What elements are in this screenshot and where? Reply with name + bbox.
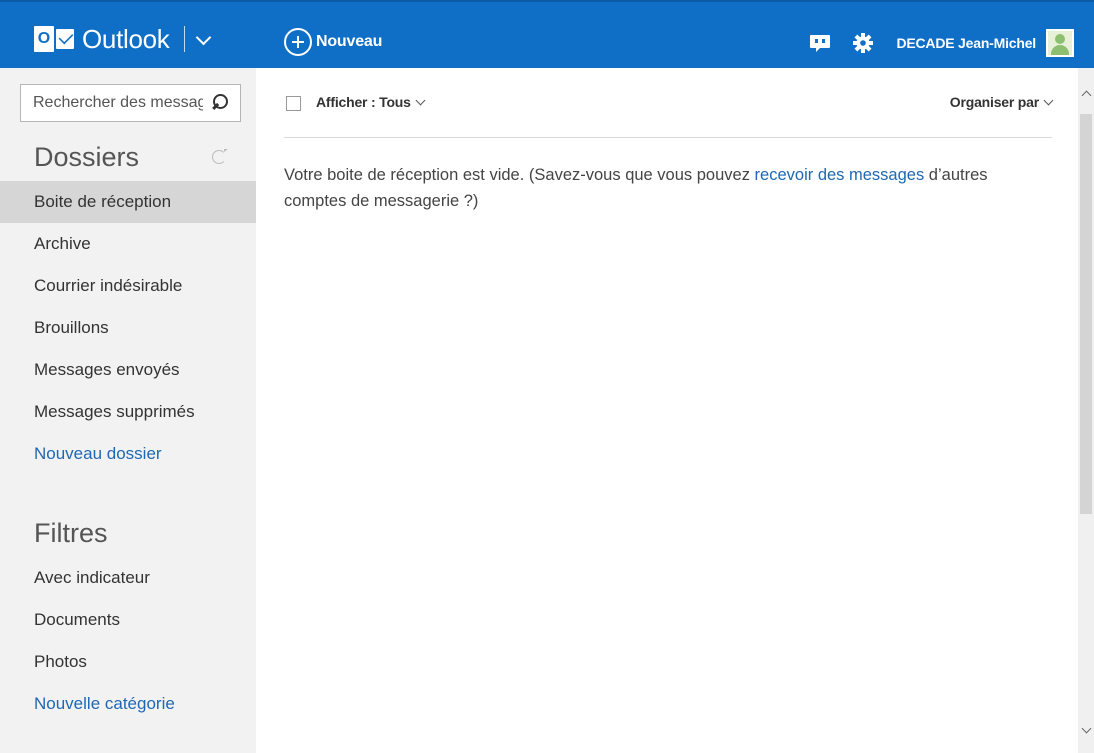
avatar[interactable]: [1046, 29, 1074, 57]
outlook-window: O Outlook Nouveau DECADE Jean-Michel Rec…: [0, 0, 1094, 753]
scrollbar[interactable]: [1078, 68, 1094, 753]
sort-label: Organiser par: [949, 94, 1039, 110]
app-name: Outlook: [82, 23, 170, 54]
user-name[interactable]: DECADE Jean-Michel: [896, 35, 1036, 51]
sidebar: Dossiers Boite de réception Archive Cour…: [0, 68, 256, 753]
list-toolbar: Afficher : Tous Organiser par: [284, 94, 1054, 114]
outlook-logo-icon: O: [34, 26, 74, 52]
view-filter-dropdown[interactable]: Afficher : Tous: [316, 94, 426, 110]
search-box: [20, 84, 241, 122]
app-brand[interactable]: O Outlook: [34, 24, 211, 54]
new-category-link[interactable]: Nouvelle catégorie: [0, 683, 256, 725]
search-icon[interactable]: [210, 94, 228, 112]
chevron-down-icon[interactable]: [195, 26, 211, 52]
folder-deleted[interactable]: Messages supprimés: [0, 391, 256, 433]
receive-messages-link[interactable]: recevoir des messages: [755, 166, 925, 184]
folders-title: Dossiers: [34, 142, 140, 172]
top-right-actions: DECADE Jean-Michel: [810, 29, 1074, 57]
new-folder-link[interactable]: Nouveau dossier: [0, 433, 256, 475]
new-message-button[interactable]: Nouveau: [284, 28, 382, 56]
top-bar: O Outlook Nouveau DECADE Jean-Michel: [0, 0, 1094, 68]
logo-letter: O: [34, 26, 54, 52]
filters-title: Filtres: [34, 518, 108, 548]
folder-inbox[interactable]: Boite de réception: [0, 181, 256, 223]
filter-flagged[interactable]: Avec indicateur: [0, 557, 256, 599]
search-input[interactable]: [33, 94, 203, 112]
scroll-up-icon[interactable]: [1078, 68, 1094, 106]
scroll-thumb[interactable]: [1080, 114, 1092, 514]
refresh-icon[interactable]: [212, 149, 228, 164]
empty-message-text: Votre boite de réception est vide. (Save…: [284, 166, 755, 184]
chevron-down-icon: [415, 95, 426, 106]
scroll-down-icon[interactable]: [1078, 715, 1094, 753]
new-message-label: Nouveau: [316, 33, 383, 50]
envelope-icon: [56, 29, 74, 49]
message-list-pane: Afficher : Tous Organiser par Votre boit…: [256, 68, 1078, 753]
chevron-down-icon: [1043, 95, 1054, 106]
plus-circle-icon: [284, 28, 312, 56]
chat-icon[interactable]: [810, 35, 831, 52]
folder-archive[interactable]: Archive: [0, 223, 256, 265]
brand-divider: [183, 26, 185, 52]
filter-photos[interactable]: Photos: [0, 641, 256, 683]
folder-drafts[interactable]: Brouillons: [0, 307, 256, 349]
sort-dropdown[interactable]: Organiser par: [949, 94, 1054, 110]
toolbar-divider: [284, 137, 1052, 138]
folder-sent[interactable]: Messages envoyés: [0, 349, 256, 391]
folder-list: Boite de réception Archive Courrier indé…: [0, 181, 256, 475]
empty-inbox-message: Votre boite de réception est vide. (Save…: [284, 162, 1054, 214]
view-filter-label: Afficher : Tous: [316, 94, 411, 110]
select-all-checkbox[interactable]: [286, 96, 301, 111]
filter-list: Avec indicateur Documents Photos Nouvell…: [0, 557, 256, 725]
gear-icon[interactable]: [852, 32, 874, 54]
folder-junk[interactable]: Courrier indésirable: [0, 265, 256, 307]
filter-documents[interactable]: Documents: [0, 599, 256, 641]
